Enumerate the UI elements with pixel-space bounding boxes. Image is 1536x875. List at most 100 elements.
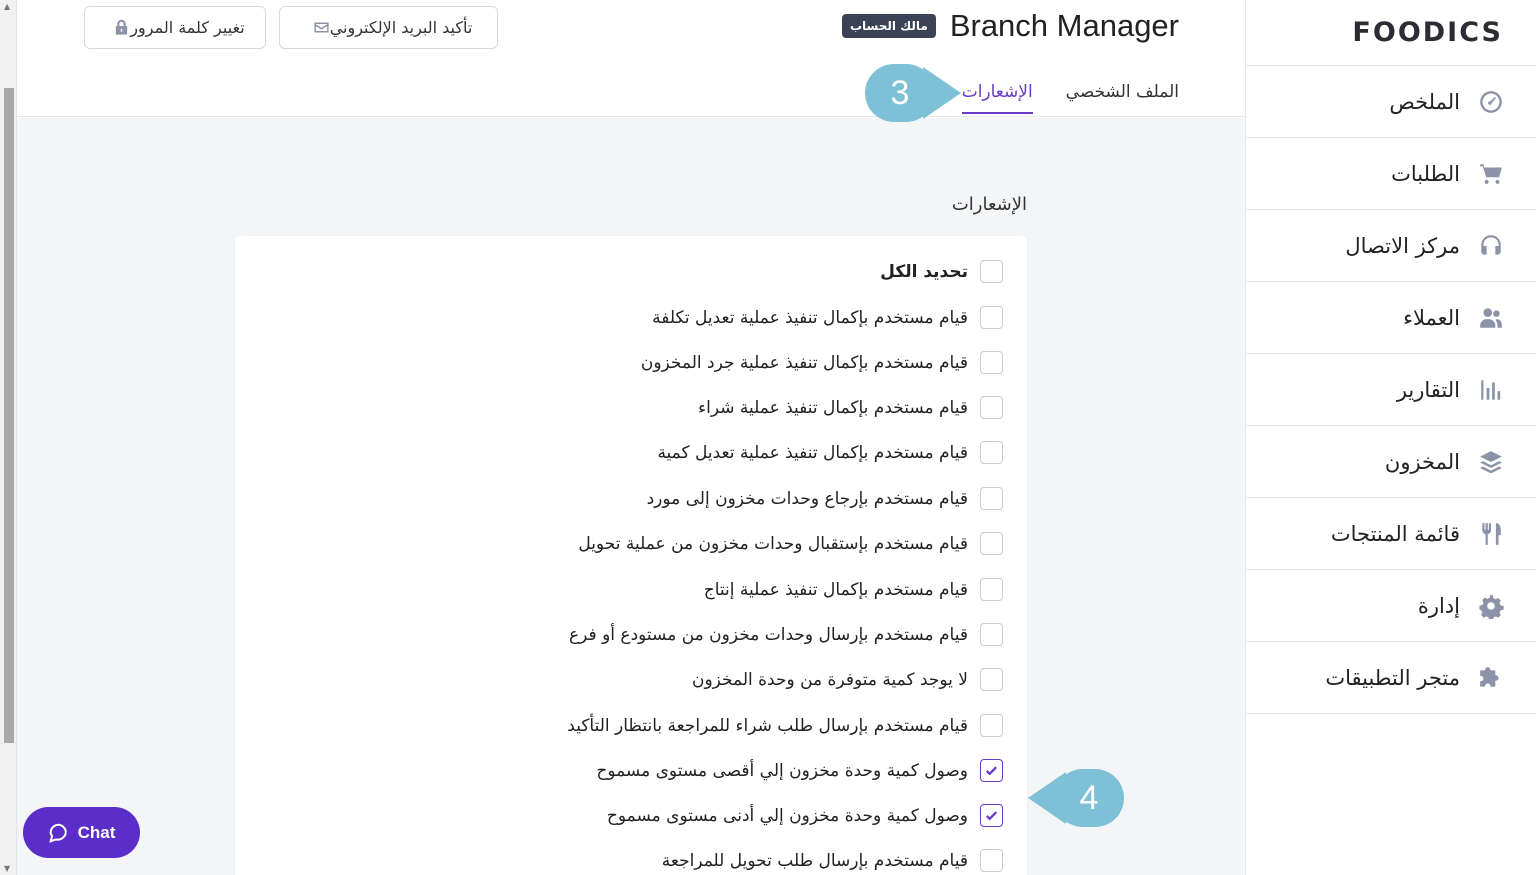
sidebar-item-label: الطلبات: [1391, 161, 1460, 186]
notifications-card: تحديد الكل قيام مستخدم بإكمال تنفيذ عملي…: [235, 236, 1027, 875]
notification-checkbox[interactable]: [980, 668, 1003, 691]
sidebar-item-label: التقارير: [1396, 377, 1460, 402]
chat-label: Chat: [77, 822, 116, 842]
notification-row[interactable]: قيام مستخدم بإكمال تنفيذ عملية شراء: [698, 396, 1003, 419]
title-group: Branch Manager مالك الحساب: [841, 8, 1179, 44]
checkmark-icon: [985, 766, 998, 776]
layers-icon: [1476, 447, 1506, 477]
sidebar-item-label: قائمة المنتجات: [1330, 521, 1460, 546]
notification-checkbox[interactable]: [980, 487, 1003, 510]
notification-checkbox[interactable]: [980, 623, 1003, 646]
notification-row[interactable]: قيام مستخدم بإرسال طلب شراء للمراجعة بان…: [567, 714, 1003, 737]
sidebar-item-inventory[interactable]: المخزون: [1246, 426, 1536, 498]
select-all-label: تحديد الكل: [880, 261, 968, 282]
callout-number: 4: [1054, 769, 1124, 827]
dashboard-gauge-icon: [1476, 87, 1506, 117]
logo[interactable]: FOODICS: [1246, 0, 1536, 66]
profile-tabs: الملف الشخصي الإشعارات: [929, 82, 1179, 114]
notification-label: قيام مستخدم بإكمال تنفيذ عملية تعديل تكل…: [652, 307, 968, 328]
scroll-up-arrow-icon[interactable]: ▲: [4, 2, 10, 11]
notification-label: قيام مستخدم بإكمال تنفيذ عملية شراء: [698, 397, 968, 418]
step-callout-4: 4: [1028, 769, 1124, 827]
notification-label: قيام مستخدم بإرسال وحدات مخزون من مستودع…: [569, 624, 968, 645]
change-password-button[interactable]: تغيير كلمة المرور: [84, 6, 266, 49]
notification-label: وصول كمية وحدة مخزون إلي أدنى مستوى مسمو…: [606, 805, 968, 826]
scrollbar-thumb[interactable]: [4, 88, 14, 743]
notification-row[interactable]: لا يوجد كمية متوفرة من وحدة المخزون: [692, 668, 1003, 691]
sidebar-item-orders[interactable]: الطلبات: [1246, 138, 1536, 210]
step-callout-3: 3: [865, 64, 961, 122]
page-scrollbar[interactable]: ▲ ▼: [0, 0, 17, 875]
notification-row[interactable]: قيام مستخدم بإستقبال وحدات مخزون من عملي…: [578, 532, 1003, 555]
notification-checkbox[interactable]: [980, 849, 1003, 872]
chat-bubble-icon: [48, 823, 67, 843]
gear-icon: [1476, 591, 1506, 621]
notification-checkbox[interactable]: [980, 532, 1003, 555]
sidebar-item-label: العملاء: [1403, 305, 1460, 330]
notification-checkbox[interactable]: [980, 714, 1003, 737]
scroll-down-arrow-icon[interactable]: ▼: [4, 864, 10, 873]
sidebar-item-reports[interactable]: التقارير: [1246, 354, 1536, 426]
sidebar-item-call-center[interactable]: مركز الاتصال: [1246, 210, 1536, 282]
notification-checkbox[interactable]: [980, 441, 1003, 464]
puzzle-icon: [1476, 663, 1506, 693]
users-icon: [1476, 303, 1506, 333]
sidebar-item-customers[interactable]: العملاء: [1246, 282, 1536, 354]
role-badge: مالك الحساب: [841, 14, 936, 38]
notification-row[interactable]: قيام مستخدم بإكمال تنفيذ عملية تعديل تكل…: [652, 306, 1003, 329]
change-password-label: تغيير كلمة المرور: [130, 18, 245, 37]
notification-row[interactable]: قيام مستخدم بإكمال تنفيذ عملية تعديل كمي…: [657, 441, 1003, 464]
sidebar-item-label: الملخص: [1389, 89, 1460, 114]
sidebar-item-summary[interactable]: الملخص: [1246, 66, 1536, 138]
notification-label: قيام مستخدم بإرسال طلب تحويل للمراجعة: [661, 850, 968, 871]
notification-row[interactable]: قيام مستخدم بإكمال تنفيذ عملية إنتاج: [704, 578, 1003, 601]
notification-checkbox[interactable]: [980, 578, 1003, 601]
confirm-email-label: تأكيد البريد الإلكتروني: [329, 18, 473, 37]
notification-checkbox[interactable]: [980, 351, 1003, 374]
notification-label: قيام مستخدم بإكمال تنفيذ عملية إنتاج: [703, 579, 968, 600]
notification-row[interactable]: قيام مستخدم بإرجاع وحدات مخزون إلى مورد: [647, 487, 1003, 510]
section-title: الإشعارات: [951, 194, 1027, 215]
select-all-row[interactable]: تحديد الكل: [880, 260, 1003, 283]
sidebar-item-app-store[interactable]: متجر التطبيقات: [1246, 642, 1536, 714]
sidebar-item-label: متجر التطبيقات: [1325, 665, 1460, 690]
notification-label: قيام مستخدم بإرجاع وحدات مخزون إلى مورد: [646, 488, 968, 509]
chat-button[interactable]: Chat: [23, 807, 140, 858]
headset-icon: [1476, 231, 1506, 261]
notification-row[interactable]: وصول كمية وحدة مخزون إلي أدنى مستوى مسمو…: [607, 804, 1003, 827]
notification-label: قيام مستخدم بإستقبال وحدات مخزون من عملي…: [578, 533, 968, 554]
notification-label: وصول كمية وحدة مخزون إلي أقصى مستوى مسمو…: [596, 760, 968, 781]
notification-row[interactable]: وصول كمية وحدة مخزون إلي أقصى مستوى مسمو…: [596, 759, 1003, 782]
page-header: تغيير كلمة المرور تأكيد البريد الإلكترون…: [17, 0, 1245, 117]
notification-checkbox-checked[interactable]: [980, 759, 1003, 782]
checkmark-icon: [985, 811, 998, 821]
notification-row[interactable]: قيام مستخدم بإكمال تنفيذ عملية جرد المخز…: [641, 351, 1003, 374]
bar-chart-icon: [1476, 375, 1506, 405]
notification-row[interactable]: قيام مستخدم بإرسال طلب تحويل للمراجعة: [662, 849, 1003, 872]
notification-label: قيام مستخدم بإكمال تنفيذ عملية تعديل كمي…: [657, 442, 968, 463]
confirm-email-button[interactable]: تأكيد البريد الإلكتروني: [279, 6, 498, 49]
sidebar-item-label: إدارة: [1417, 593, 1460, 618]
lock-icon: [116, 19, 128, 35]
logo-text: FOODICS: [1352, 17, 1503, 48]
notification-checkbox-checked[interactable]: [980, 804, 1003, 827]
tab-notifications[interactable]: الإشعارات: [961, 82, 1033, 114]
notification-label: لا يوجد كمية متوفرة من وحدة المخزون: [691, 669, 968, 690]
sidebar-item-label: المخزون: [1384, 449, 1460, 474]
sidebar-item-menu[interactable]: قائمة المنتجات: [1246, 498, 1536, 570]
tab-profile[interactable]: الملف الشخصي: [1066, 82, 1179, 114]
cart-icon: [1476, 159, 1506, 189]
select-all-checkbox[interactable]: [980, 260, 1003, 283]
envelope-icon: [314, 22, 329, 33]
utensils-icon: [1476, 519, 1506, 549]
main-content: الإشعارات تحديد الكل قيام مستخدم بإكمال …: [17, 118, 1245, 875]
notification-checkbox[interactable]: [980, 306, 1003, 329]
sidebar-item-management[interactable]: إدارة: [1246, 570, 1536, 642]
notification-label: قيام مستخدم بإرسال طلب شراء للمراجعة بان…: [567, 715, 968, 736]
sidebar: FOODICS الملخص الطلبات مركز الاتصال العم…: [1245, 0, 1536, 875]
notification-label: قيام مستخدم بإكمال تنفيذ عملية جرد المخز…: [640, 352, 968, 373]
notification-checkbox[interactable]: [980, 396, 1003, 419]
page-title: Branch Manager: [949, 8, 1179, 43]
notification-row[interactable]: قيام مستخدم بإرسال وحدات مخزون من مستودع…: [569, 623, 1003, 646]
sidebar-item-label: مركز الاتصال: [1345, 233, 1460, 258]
